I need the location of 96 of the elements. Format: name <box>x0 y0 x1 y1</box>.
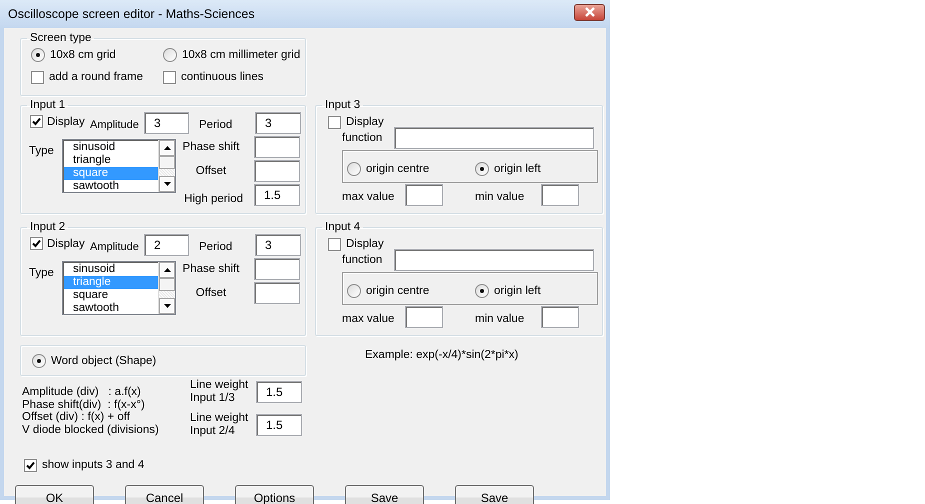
group-title: Input 4 <box>324 221 362 233</box>
field-label: max value <box>342 191 396 203</box>
field-label: Offset <box>194 165 228 177</box>
checkbox-label: Display <box>346 238 384 250</box>
dialog-button[interactable]: Save <box>455 485 534 504</box>
checkbox-label: Display <box>47 238 85 250</box>
radio-label: origin centre <box>366 162 430 174</box>
field-label: Amplitude <box>90 240 140 252</box>
field-label: Type <box>29 144 55 159</box>
down-arrow-icon <box>164 304 170 308</box>
up-arrow-icon <box>164 146 170 150</box>
field-label: Offset <box>194 287 228 299</box>
checkbox-label: continuous lines <box>181 71 264 83</box>
field-label: Phase shift <box>182 263 240 275</box>
phase-shift-field[interactable] <box>254 136 300 158</box>
radio-button[interactable] <box>31 48 45 62</box>
offset-field[interactable] <box>254 282 300 304</box>
radio-label: 10x8 cm millimeter grid <box>182 49 300 61</box>
checkbox[interactable] <box>328 238 341 250</box>
checkbox[interactable] <box>30 115 43 128</box>
radio-button[interactable] <box>32 354 46 368</box>
dialog-button[interactable]: Options <box>235 485 314 504</box>
function-field[interactable] <box>394 249 594 271</box>
min-value-field[interactable] <box>541 184 579 206</box>
list-item[interactable]: sawtooth <box>64 180 158 192</box>
help-text: Phase shift(div) : f(x-x°) <box>22 398 146 411</box>
amplitude-field[interactable]: 2 <box>144 234 189 256</box>
checkbox[interactable] <box>31 70 44 84</box>
period-field[interactable]: 3 <box>255 234 301 256</box>
checkbox[interactable] <box>24 458 37 472</box>
dialog-button[interactable]: Save <box>345 485 424 504</box>
checkbox-label: add a round frame <box>49 71 143 83</box>
list-item[interactable]: sawtooth <box>64 302 158 314</box>
field-label: Line weight Input 2/4 <box>190 412 250 438</box>
example-text: Example: exp(-x/4)*sin(2*pi*x) <box>365 349 518 361</box>
field-label: Amplitude <box>90 118 140 130</box>
close-icon <box>584 7 596 17</box>
list-item[interactable]: sinusoid <box>64 141 158 154</box>
amplitude-field[interactable]: 3 <box>144 112 189 134</box>
phase-shift-field[interactable] <box>254 258 300 280</box>
close-button[interactable] <box>574 4 605 20</box>
help-text: Offset (div) : f(x) + off <box>22 411 131 424</box>
radio-label: 10x8 cm grid <box>50 49 116 61</box>
field-label: Phase shift <box>182 141 240 153</box>
list-item[interactable]: sinusoid <box>64 263 158 276</box>
scrollbar[interactable] <box>158 140 175 192</box>
field-label: max value <box>342 313 396 325</box>
checkbox[interactable] <box>163 70 176 84</box>
dialog-button[interactable]: Cancel <box>125 485 204 504</box>
max-value-field[interactable] <box>405 306 443 328</box>
type-listbox[interactable]: sinusoid triangle square sawtooth <box>62 139 176 193</box>
field-label: min value <box>475 191 526 203</box>
group-title: Input 1 <box>29 99 66 111</box>
radio-label: Word object (Shape) <box>51 354 156 366</box>
field-label: Type <box>29 266 55 281</box>
list-item[interactable]: triangle <box>64 154 158 167</box>
scrollbar[interactable] <box>158 262 175 314</box>
radio-button[interactable] <box>163 48 177 62</box>
offset-field[interactable] <box>254 160 300 182</box>
function-field[interactable] <box>394 127 594 149</box>
field-label: function <box>342 254 382 266</box>
field-label: min value <box>475 313 526 325</box>
dialog-button[interactable]: OK <box>15 485 94 504</box>
field-label: High period <box>183 193 243 205</box>
radio-button[interactable] <box>475 162 489 176</box>
help-text: Amplitude (div) : a.f(x) <box>22 386 142 398</box>
period-field[interactable]: 3 <box>255 112 301 134</box>
radio-button[interactable] <box>475 284 489 298</box>
radio-button[interactable] <box>347 162 361 176</box>
min-value-field[interactable] <box>541 306 579 328</box>
radio-label: origin left <box>494 162 541 174</box>
max-value-field[interactable] <box>405 184 443 206</box>
field-label: Line weight Input 1/3 <box>190 379 250 405</box>
field-label: function <box>342 132 382 144</box>
field-label: Period <box>199 240 234 252</box>
radio-label: origin centre <box>366 284 430 296</box>
checkbox-label: Display <box>47 116 85 128</box>
checkbox-label: show inputs 3 and 4 <box>42 459 144 471</box>
radio-label: origin left <box>494 284 541 296</box>
radio-button[interactable] <box>347 284 361 298</box>
field-label: Period <box>199 118 234 130</box>
list-item[interactable]: square <box>64 289 158 302</box>
window-title: Oscilloscope screen editor - Maths-Sciences <box>8 7 255 21</box>
high-period-field[interactable]: 1.5 <box>254 184 300 206</box>
checkbox[interactable] <box>30 237 43 250</box>
checkbox-label: Display <box>346 116 384 128</box>
line-weight-field[interactable]: 1.5 <box>256 414 302 436</box>
down-arrow-icon <box>164 182 170 186</box>
line-weight-field[interactable]: 1.5 <box>256 381 302 403</box>
group-title: Input 3 <box>324 99 362 111</box>
help-text: V diode blocked (divisions) <box>22 424 160 436</box>
checkbox[interactable] <box>328 116 341 128</box>
group-title: Screen type <box>29 32 92 44</box>
group-title: Input 2 <box>29 221 66 233</box>
type-listbox[interactable]: sinusoid triangle square sawtooth <box>62 261 176 315</box>
up-arrow-icon <box>164 268 170 272</box>
